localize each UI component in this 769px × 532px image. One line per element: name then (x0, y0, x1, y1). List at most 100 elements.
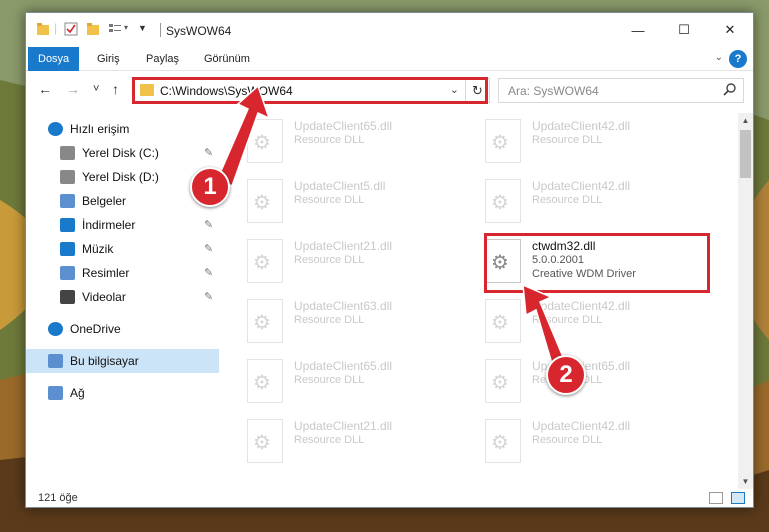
gear-icon: ⚙ (253, 372, 271, 394)
gear-icon: ⚙ (491, 372, 509, 394)
search-input[interactable]: Ara: SysWOW64 (508, 84, 599, 98)
sidebar-item-label: Ağ (70, 386, 85, 400)
music-icon (60, 242, 75, 256)
file-tile[interactable]: ⚙ UpdateClient42.dll Resource DLL (460, 175, 690, 229)
sidebar-item-label: Resimler (82, 266, 130, 280)
file-tile[interactable]: ⚙ UpdateClient65.dllResource DLL (222, 115, 452, 169)
large-icons-view-icon[interactable] (731, 492, 745, 504)
up-button[interactable]: ↑ (112, 81, 119, 97)
minimize-button[interactable]: — (615, 13, 661, 47)
sidebar-item-1[interactable]: Yerel Disk (C:) ✎ (26, 141, 219, 165)
vertical-scrollbar[interactable]: ▲ ▼ (738, 113, 753, 489)
file-description: Resource DLL (532, 314, 603, 326)
gear-icon: ⚙ (253, 432, 271, 454)
documents-icon (60, 194, 75, 208)
file-name: UpdateClient21.dll (294, 239, 393, 253)
file-description: Resource DLL (294, 194, 365, 206)
sidebar-item-7[interactable]: Videolar ✎ (26, 285, 219, 309)
sidebar-item-8[interactable]: OneDrive (26, 317, 219, 341)
search-box[interactable]: Ara: SysWOW64 (498, 78, 744, 103)
back-button[interactable]: ← (38, 81, 52, 97)
sidebar-item-10[interactable]: Ağ (26, 381, 219, 405)
ribbon-expand-icon[interactable]: ⌄ (715, 52, 723, 63)
pin-icon[interactable]: ✎ (204, 146, 213, 159)
pin-icon[interactable]: ✎ (204, 218, 213, 231)
sidebar-item-9[interactable]: Bu bilgisayar (26, 349, 219, 373)
details-view-icon[interactable] (709, 492, 723, 504)
gear-icon: ⚙ (491, 432, 509, 454)
maximize-button[interactable]: ☐ (661, 13, 707, 47)
file-tile[interactable]: ⚙ UpdateClient5.dll Resource DLL (222, 175, 452, 229)
tab-paylas[interactable]: Paylaş (136, 47, 189, 71)
file-tile[interactable]: ⚙ UpdateClient21.dll Resource DLL (222, 415, 452, 469)
item-count: 121 öğe (38, 492, 78, 504)
dll-file-icon: ⚙ (247, 359, 283, 403)
network-icon (48, 386, 63, 400)
sidebar-item-6[interactable]: Resimler ✎ (26, 261, 219, 285)
status-bar: 121 öğe (26, 489, 753, 507)
file-name: UpdateClient42.dll (532, 299, 631, 313)
pin-icon[interactable]: ✎ (204, 290, 213, 303)
recent-locations-button[interactable]: ˅ (93, 83, 99, 95)
explorer-window: | ▾ ▼ SysWOW64 — ☐ ✕ Dosya Giriş Paylaş … (25, 12, 754, 508)
sidebar-item-label: OneDrive (70, 322, 121, 336)
file-tile[interactable]: ⚙ UpdateClient42.dll Resource DLL (460, 115, 690, 169)
file-name: UpdateClient63.dll (294, 299, 393, 313)
ribbon-tabs: Dosya Giriş Paylaş Görünüm ⌄ ? (26, 47, 753, 71)
video-icon (60, 290, 75, 304)
customize-dropdown-icon[interactable]: ▾ (124, 23, 128, 32)
scroll-up-icon[interactable]: ▲ (738, 113, 753, 128)
file-name: UpdateClient21.dll (294, 419, 393, 433)
file-description: Resource DLL (532, 194, 603, 206)
file-tile[interactable]: ⚙ UpdateClient21.dll Resource DLL (222, 235, 452, 289)
pictures-icon (60, 266, 75, 280)
pin-icon[interactable]: ✎ (204, 266, 213, 279)
file-description: Resource DLL (294, 314, 365, 326)
search-icon[interactable] (723, 82, 737, 96)
address-highlight-box (132, 77, 488, 104)
quick-access-toolbar-dropdown-icon[interactable]: ▼ (138, 23, 147, 33)
step-1-badge: 1 (190, 167, 230, 207)
file-description: Resource DLL (294, 134, 365, 146)
scroll-thumb[interactable] (740, 130, 751, 178)
forward-button[interactable]: → (66, 81, 80, 97)
sidebar-item-label: İndirmeler (82, 218, 136, 232)
file-description: Resource DLL (294, 434, 365, 446)
close-button[interactable]: ✕ (707, 13, 753, 47)
file-tile[interactable]: ⚙ UpdateClient63.dll Resource DLL (222, 295, 452, 349)
gear-icon: ⚙ (491, 192, 509, 214)
pin-icon[interactable]: ✎ (204, 242, 213, 255)
step-2-badge: 2 (546, 355, 586, 395)
help-icon[interactable]: ? (729, 50, 747, 68)
gear-icon: ⚙ (253, 252, 271, 274)
dll-file-icon: ⚙ (247, 299, 283, 343)
dll-file-icon: ⚙ (247, 239, 283, 283)
scroll-down-icon[interactable]: ▼ (738, 474, 753, 489)
gear-icon: ⚙ (491, 132, 509, 154)
sidebar-item-4[interactable]: İndirmeler ✎ (26, 213, 219, 237)
navigation-pane: Hızlı erişim Yerel Disk (C:) ✎ Yerel Disk (… (26, 113, 221, 489)
star-icon (48, 122, 63, 136)
file-tile[interactable]: ⚙ UpdateClient42.dll Resource DLL (460, 295, 690, 349)
file-tile[interactable]: ⚙ UpdateClient42.dll Resource DLL (460, 415, 690, 469)
dll-file-icon: ⚙ (485, 299, 521, 343)
computer-icon (48, 354, 63, 368)
dll-file-icon: ⚙ (485, 419, 521, 463)
sidebar-item-label: Yerel Disk (D:) (82, 170, 159, 184)
view-options-icon[interactable] (108, 22, 122, 36)
dll-file-icon: ⚙ (485, 179, 521, 223)
file-name: UpdateClient42.dll (532, 419, 631, 433)
file-tile[interactable]: ⚙ UpdateClient65.dllResource DLL (222, 355, 452, 409)
tab-dosya[interactable]: Dosya (28, 47, 80, 71)
gear-icon: ⚙ (253, 192, 271, 214)
file-name: UpdateClient42.dll (532, 119, 631, 133)
tab-giris[interactable]: Giriş (87, 47, 130, 71)
properties-icon[interactable] (64, 22, 78, 36)
tab-gorunum[interactable]: Görünüm (194, 47, 260, 71)
dll-file-icon: ⚙ (247, 179, 283, 223)
file-name: UpdateClient5.dll (294, 179, 386, 193)
sidebar-item-0[interactable]: Hızlı erişim (26, 117, 219, 141)
sidebar-item-5[interactable]: Müzik ✎ (26, 237, 219, 261)
gear-icon: ⚙ (253, 312, 271, 334)
new-folder-icon[interactable] (86, 22, 100, 36)
